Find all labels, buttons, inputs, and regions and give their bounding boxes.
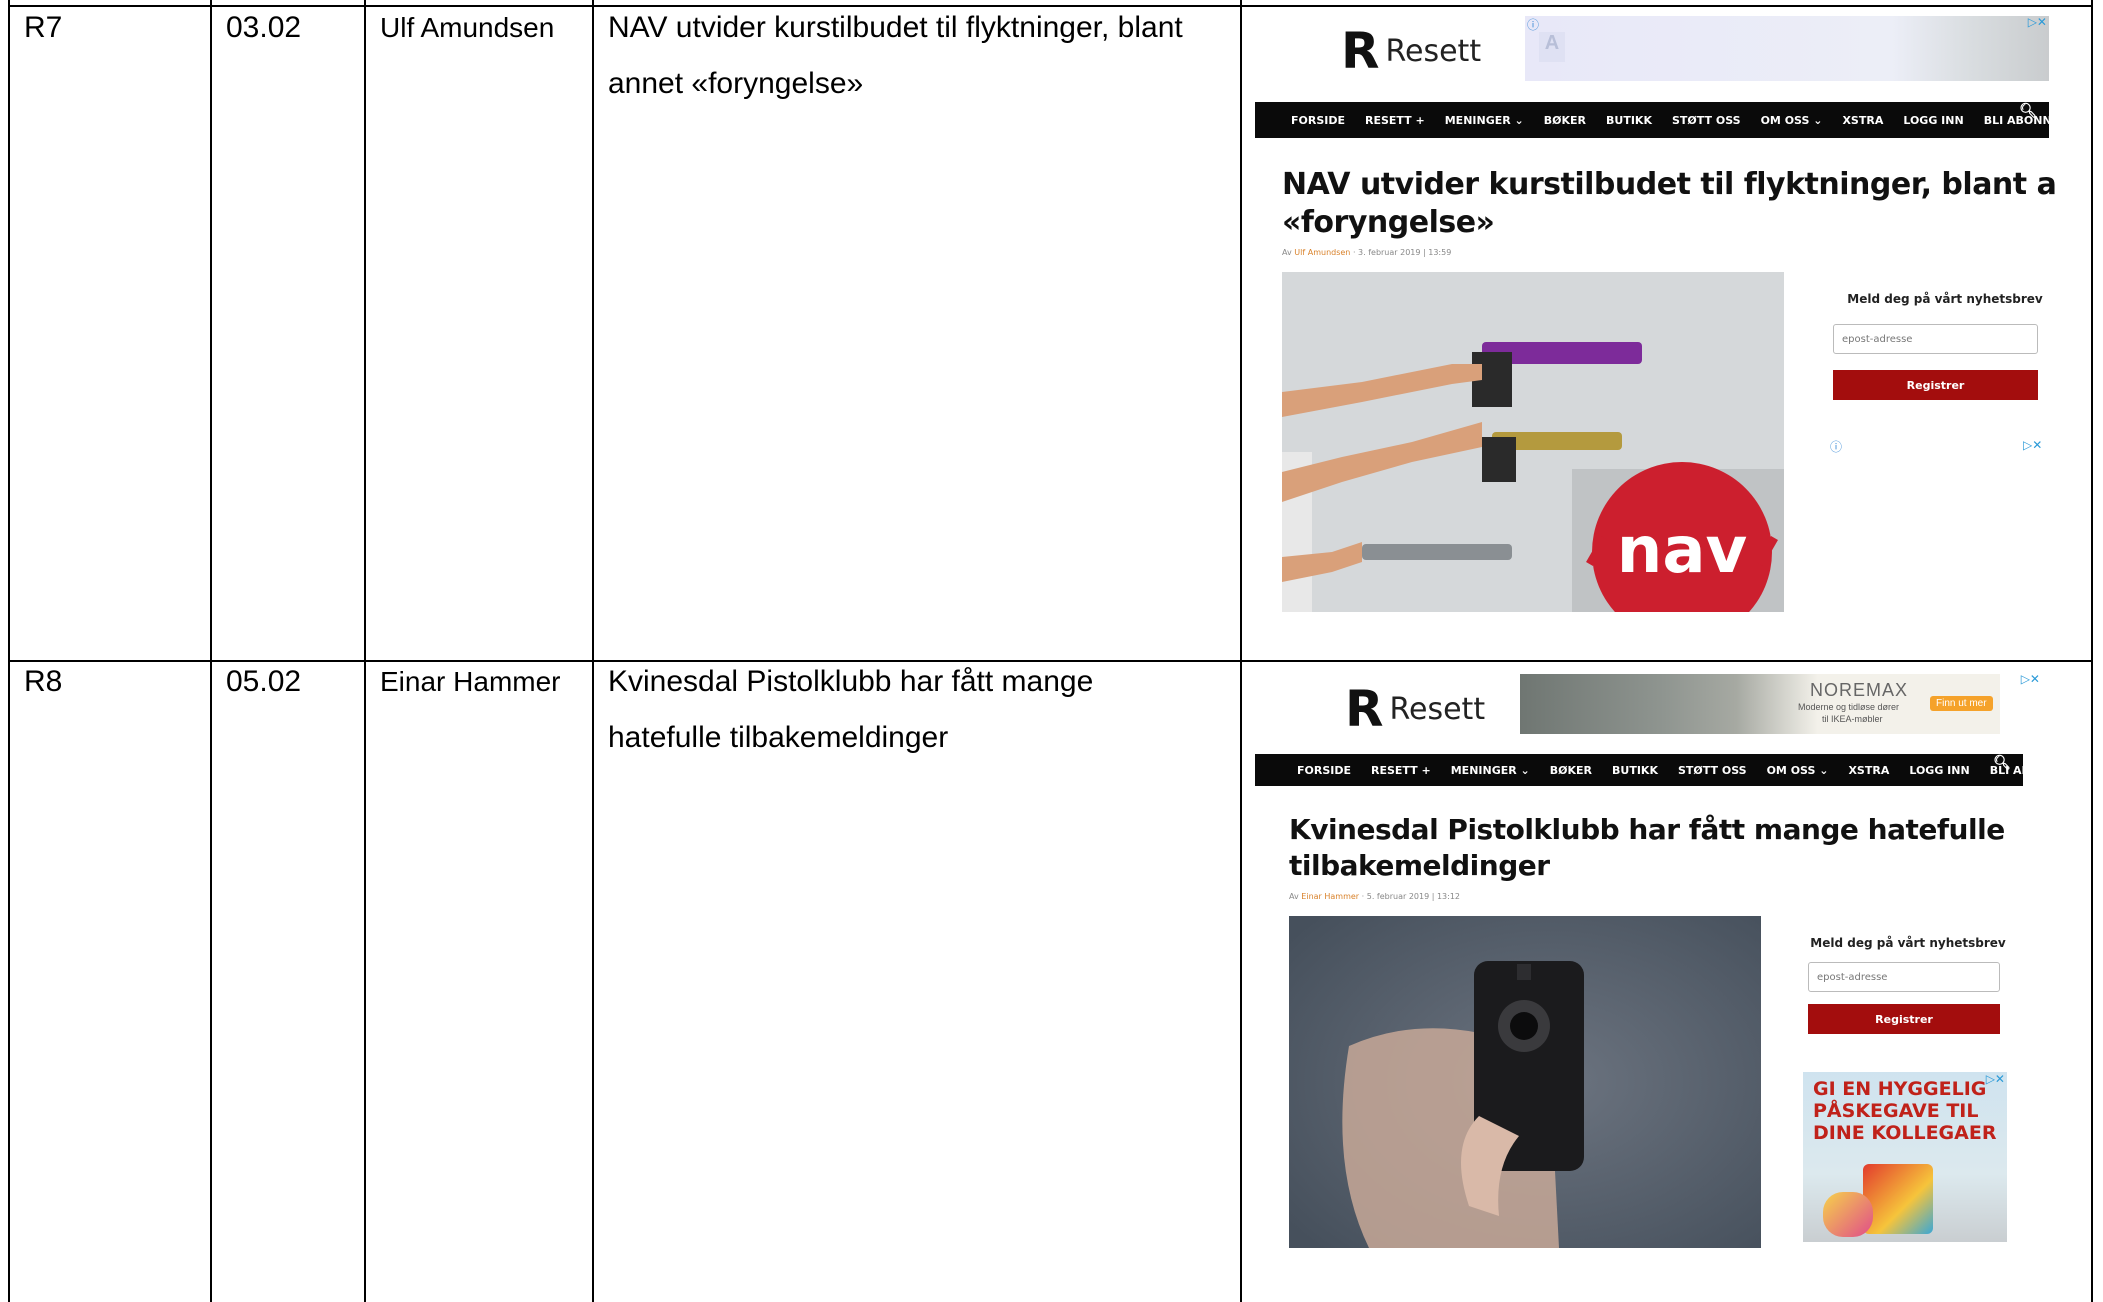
table-cell-date: 05.02 bbox=[226, 665, 302, 698]
byline-author[interactable]: Einar Hammer bbox=[1301, 892, 1359, 901]
newsletter-title: Meld deg på vårt nyhetsbrev bbox=[1847, 292, 2043, 306]
side-ad-text: GI EN HYGGELIG PÅSKEGAVE TIL DINE KOLLEG… bbox=[1813, 1078, 1997, 1144]
article-photo bbox=[1289, 916, 1761, 1248]
headline-line: NAV utvider kurstilbudet til flyktninger… bbox=[1282, 167, 2055, 202]
title-line: hatefulle tilbakemeldinger bbox=[608, 721, 949, 754]
article-byline: Av Einar Hammer · 5. februar 2019 | 13:1… bbox=[1289, 892, 1460, 901]
nav-item-boker[interactable]: BØKER bbox=[1550, 764, 1592, 777]
table-border bbox=[210, 0, 212, 1302]
register-button[interactable]: Registrer bbox=[1808, 1004, 2000, 1034]
table-cell-title: Kvinesdal Pistolklubb har fått mange hat… bbox=[608, 654, 1238, 766]
nav-item-butikk[interactable]: BUTIKK bbox=[1606, 114, 1652, 127]
ad-copy: til IKEA-møbler bbox=[1822, 714, 1883, 724]
article-headline: Kvinesdal Pistolklubb har fått mange hat… bbox=[1289, 812, 2005, 884]
newsletter-title: Meld deg på vårt nyhetsbrev bbox=[1810, 936, 2006, 950]
nav-item-resett-plus[interactable]: RESETT + bbox=[1365, 114, 1425, 127]
byline-date: · 5. februar 2019 | 13:12 bbox=[1361, 892, 1461, 901]
banner-ad[interactable]: ⓘ ▷✕ A bbox=[1525, 15, 2049, 81]
side-ad[interactable]: GI EN HYGGELIG PÅSKEGAVE TIL DINE KOLLEG… bbox=[1803, 1072, 2007, 1242]
nav-logo-text: nav bbox=[1617, 514, 1747, 588]
nav-item-logg-inn[interactable]: LOGG INN bbox=[1903, 114, 1963, 127]
nav-item-xstra[interactable]: XSTRA bbox=[1842, 114, 1883, 127]
site-nav: FORSIDE RESETT + MENINGER ⌄ BØKER BUTIKK… bbox=[1255, 102, 2055, 138]
headline-line: «foryngelse» bbox=[1282, 205, 1495, 240]
ad-close-icon[interactable]: ▷✕ bbox=[2021, 672, 2040, 686]
title-line: Kvinesdal Pistolklubb har fått mange bbox=[608, 665, 1094, 698]
article-photo: nav bbox=[1282, 272, 1784, 612]
nav-item-meninger[interactable]: MENINGER ⌄ bbox=[1445, 114, 1524, 127]
article-byline: Av Ulf Amundsen · 3. februar 2019 | 13:5… bbox=[1282, 248, 1451, 257]
table-border bbox=[592, 0, 594, 1302]
ad-info-icon[interactable]: ⓘ bbox=[1527, 16, 1539, 33]
ad-brand: NOREMAX bbox=[1810, 680, 1909, 700]
table-cell-author: Ulf Amundsen bbox=[380, 12, 555, 43]
headline-line: Kvinesdal Pistolklubb har fått mange hat… bbox=[1289, 813, 2005, 846]
article-screenshot: R Resett NOREMAX Moderne og tidløse døre… bbox=[1255, 664, 2055, 1300]
nav-item-om-oss[interactable]: OM OSS ⌄ bbox=[1767, 764, 1829, 777]
title-line: NAV utvider kurstilbudet til flyktninger… bbox=[608, 11, 1183, 44]
ad-close-icon[interactable]: ▷✕ bbox=[2023, 438, 2042, 452]
table-cell-id: R7 bbox=[24, 11, 63, 44]
table-border bbox=[1240, 0, 1242, 1302]
table-border bbox=[2091, 0, 2093, 1302]
email-field[interactable]: epost-adresse bbox=[1833, 324, 2038, 354]
table-cell-title: NAV utvider kurstilbudet til flyktninger… bbox=[608, 0, 1238, 112]
site-nav: FORSIDE RESETT + MENINGER ⌄ BØKER BUTIKK… bbox=[1255, 754, 2055, 786]
nav-item-stott-oss[interactable]: STØTT OSS bbox=[1672, 114, 1741, 127]
register-button[interactable]: Registrer bbox=[1833, 370, 2038, 400]
ad-copy: Moderne og tidløse dører bbox=[1798, 702, 1900, 712]
gift-bag-image bbox=[1823, 1192, 1873, 1237]
document-table: R7 03.02 Ulf Amundsen NAV utvider kursti… bbox=[0, 0, 2103, 1302]
ad-info-icon[interactable]: ⓘ bbox=[1830, 438, 1842, 455]
logo-text: Resett bbox=[1389, 691, 1486, 727]
logo-text: Resett bbox=[1385, 33, 1482, 69]
banner-ad[interactable]: NOREMAX Moderne og tidløse dører til IKE… bbox=[1520, 672, 2040, 734]
resett-logo-mark: R bbox=[1341, 22, 1380, 80]
handgun-image bbox=[1289, 916, 1761, 1248]
byline-date: · 3. februar 2019 | 13:59 bbox=[1352, 248, 1452, 257]
headline-line: tilbakemeldinger bbox=[1289, 849, 1550, 882]
email-field[interactable]: epost-adresse bbox=[1808, 962, 2000, 992]
resett-logo: R Resett bbox=[1341, 26, 1481, 76]
ad-cta-button[interactable]: Finn ut mer bbox=[1930, 696, 1993, 711]
resett-logo: R Resett bbox=[1345, 684, 1485, 734]
nav-item-forside[interactable]: FORSIDE bbox=[1291, 114, 1345, 127]
title-line: annet «foryngelse» bbox=[608, 67, 864, 100]
table-cell-id: R8 bbox=[24, 665, 63, 698]
ad-close-icon[interactable]: ▷✕ bbox=[1986, 1072, 2005, 1086]
byline-author[interactable]: Ulf Amundsen bbox=[1294, 248, 1350, 257]
nav-item-butikk[interactable]: BUTIKK bbox=[1612, 764, 1658, 777]
gift-bag-image bbox=[1863, 1164, 1933, 1234]
article-screenshot: R Resett ⓘ ▷✕ A FORSIDE RESETT + MENINGE… bbox=[1255, 8, 2055, 656]
byline-prefix: Av bbox=[1282, 248, 1292, 257]
table-cell-date: 03.02 bbox=[226, 11, 302, 44]
pistol-shooters-image: nav bbox=[1282, 272, 1784, 612]
article-headline: NAV utvider kurstilbudet til flyktninger… bbox=[1282, 166, 2055, 242]
nav-item-xstra[interactable]: XSTRA bbox=[1848, 764, 1889, 777]
table-border bbox=[364, 0, 366, 1302]
adobe-icon: A bbox=[1539, 32, 1565, 62]
nav-item-om-oss[interactable]: OM OSS ⌄ bbox=[1761, 114, 1823, 127]
nav-item-stott-oss[interactable]: STØTT OSS bbox=[1678, 764, 1747, 777]
nav-item-meninger[interactable]: MENINGER ⌄ bbox=[1451, 764, 1530, 777]
ad-close-icon[interactable]: ▷✕ bbox=[2028, 15, 2047, 29]
table-cell-author: Einar Hammer bbox=[380, 666, 561, 697]
nav-item-logg-inn[interactable]: LOGG INN bbox=[1909, 764, 1969, 777]
nav-item-resett-plus[interactable]: RESETT + bbox=[1371, 764, 1431, 777]
resett-logo-mark: R bbox=[1345, 680, 1384, 738]
nav-item-boker[interactable]: BØKER bbox=[1544, 114, 1586, 127]
search-icon[interactable]: 🔍︎ bbox=[2019, 103, 2037, 119]
byline-prefix: Av bbox=[1289, 892, 1299, 901]
table-border bbox=[8, 0, 10, 1302]
nav-item-forside[interactable]: FORSIDE bbox=[1297, 764, 1351, 777]
search-icon[interactable]: 🔍︎ bbox=[1993, 755, 2011, 771]
